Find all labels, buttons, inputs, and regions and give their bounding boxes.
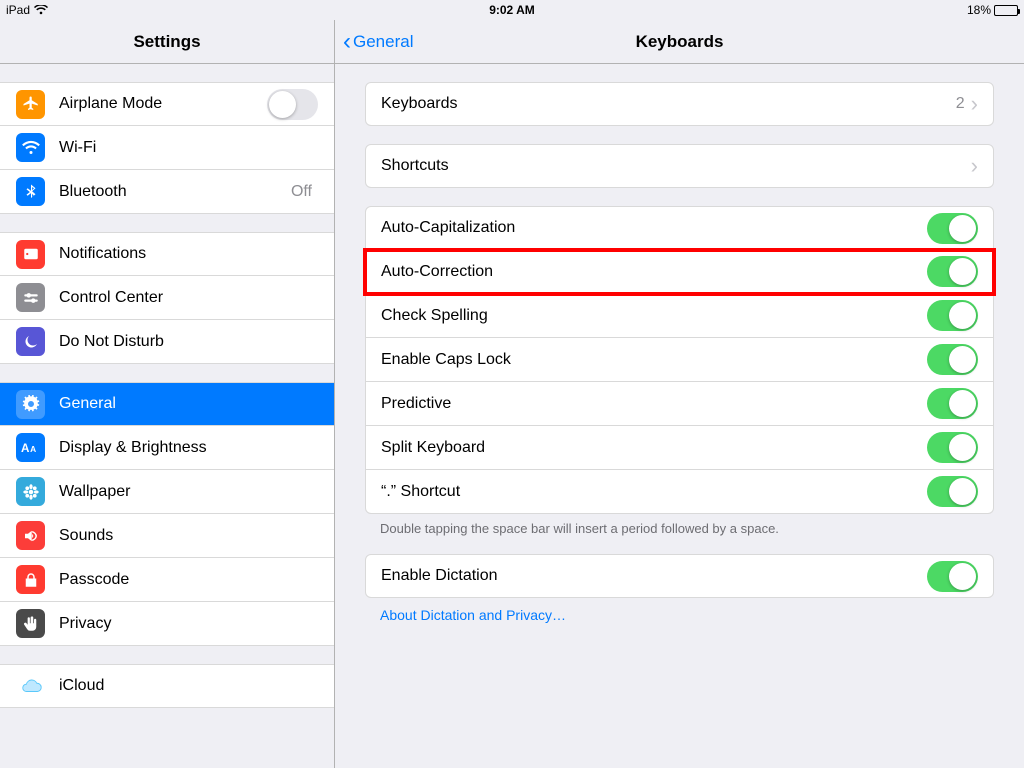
sidebar-item-trail: Off [291,183,312,201]
sidebar-item-icloud[interactable]: iCloud [0,664,334,708]
sidebar-item-passcode[interactable]: Passcode [0,558,334,602]
sidebar-item-label: iCloud [59,677,318,695]
sidebar-item-sounds[interactable]: Sounds [0,514,334,558]
back-button[interactable]: ‹ General [343,30,413,54]
sidebar-item-label: Notifications [59,245,318,263]
sidebar-item-bluetooth[interactable]: BluetoothOff [0,170,334,214]
row-label: Auto-Capitalization [381,219,927,237]
back-label: General [353,32,413,52]
period-toggle[interactable] [927,476,978,507]
row-spell[interactable]: Check Spelling [365,294,994,338]
gear-icon [16,390,45,419]
sidebar-item-label: Sounds [59,527,318,545]
row-label: Enable Dictation [381,567,927,585]
svg-text:A: A [21,442,30,455]
row-keyboards[interactable]: Keyboards2 › [365,82,994,126]
sidebar-item-airplane[interactable]: Airplane Mode [0,82,334,126]
row-label: Split Keyboard [381,439,927,457]
settings-sidebar: Settings Airplane Mode Wi-Fi BluetoothOff N… [0,20,335,768]
battery-indicator: 18% [967,3,1018,17]
detail-header: ‹ General Keyboards [335,20,1024,64]
row-predict[interactable]: Predictive [365,382,994,426]
predict-toggle[interactable] [927,388,978,419]
sidebar-item-label: Passcode [59,571,318,589]
row-split[interactable]: Split Keyboard [365,426,994,470]
sidebar-item-label: Airplane Mode [59,95,267,113]
device-label: iPad [6,3,30,17]
capslock-toggle[interactable] [927,344,978,375]
chevron-left-icon: ‹ [343,30,351,54]
split-toggle[interactable] [927,432,978,463]
dictation-toggle[interactable] [927,561,978,592]
row-label: Check Spelling [381,307,927,325]
group-footer: Double tapping the space bar will insert… [365,514,994,536]
battery-pct: 18% [967,3,991,17]
row-autocorr[interactable]: Auto-Correction [365,250,994,294]
row-label: Enable Caps Lock [381,351,927,369]
autocorr-toggle[interactable] [927,256,978,287]
battery-icon [994,5,1018,16]
row-autocap[interactable]: Auto-Capitalization [365,206,994,250]
chevron-right-icon: › [971,91,978,117]
svg-text:A: A [30,444,36,454]
airplane-icon [16,90,45,119]
sidebar-item-label: Do Not Disturb [59,333,318,351]
sidebar-item-general[interactable]: General [0,382,334,426]
detail-title: Keyboards [636,32,724,52]
moon-icon [16,327,45,356]
airplane-toggle[interactable] [267,89,318,120]
sidebar-item-display[interactable]: AA Display & Brightness [0,426,334,470]
speaker-icon [16,521,45,550]
flower-icon [16,477,45,506]
detail-pane: ‹ General Keyboards Keyboards2›Shortcuts… [335,20,1024,768]
row-dictation[interactable]: Enable Dictation [365,554,994,598]
cloud-icon [16,672,45,701]
wifi-icon [34,5,48,15]
sidebar-item-label: Wi-Fi [59,139,318,157]
notif-icon [16,240,45,269]
chevron-right-icon: › [971,153,978,179]
row-label: Auto-Correction [381,263,927,281]
autocap-toggle[interactable] [927,213,978,244]
sidebar-item-label: Wallpaper [59,483,318,501]
sidebar-item-dnd[interactable]: Do Not Disturb [0,320,334,364]
row-label: Shortcuts [381,157,971,175]
sidebar-item-label: Control Center [59,289,318,307]
sidebar-item-wifi[interactable]: Wi-Fi [0,126,334,170]
sidebar-item-privacy[interactable]: Privacy [0,602,334,646]
sidebar-item-wallpaper[interactable]: Wallpaper [0,470,334,514]
row-shortcuts[interactable]: Shortcuts› [365,144,994,188]
sidebar-title: Settings [133,32,200,52]
hand-icon [16,609,45,638]
sidebar-item-label: Privacy [59,615,318,633]
row-label: “.” Shortcut [381,483,927,501]
row-label: Keyboards [381,95,956,113]
cc-icon [16,283,45,312]
aa-icon: AA [16,433,45,462]
sidebar-item-label: Bluetooth [59,183,291,201]
row-label: Predictive [381,395,927,413]
lock-icon [16,565,45,594]
row-period[interactable]: “.” Shortcut [365,470,994,514]
sidebar-item-controlcenter[interactable]: Control Center [0,276,334,320]
sidebar-header: Settings [0,20,334,64]
sidebar-item-label: Display & Brightness [59,439,318,457]
row-capslock[interactable]: Enable Caps Lock [365,338,994,382]
dictation-privacy-link[interactable]: About Dictation and Privacy… [365,598,994,623]
row-trail: 2 [956,95,965,113]
clock: 9:02 AM [489,3,535,17]
bluetooth-icon [16,177,45,206]
sidebar-item-label: General [59,395,318,413]
spell-toggle[interactable] [927,300,978,331]
wifi-icon [16,133,45,162]
sidebar-item-notifications[interactable]: Notifications [0,232,334,276]
status-bar: iPad 9:02 AM 18% [0,0,1024,20]
